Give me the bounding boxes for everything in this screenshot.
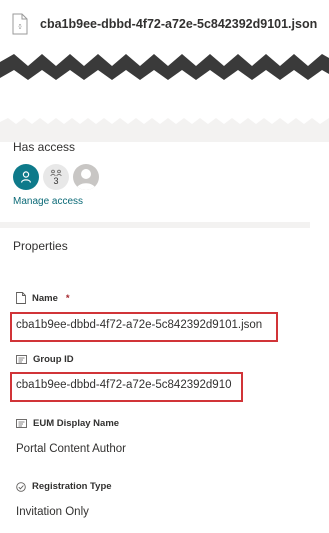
manage-access-link[interactable]: Manage access	[13, 196, 83, 207]
group-id-field-label: Group ID	[16, 354, 74, 365]
group-avatar[interactable]: 3	[43, 164, 69, 190]
has-access-section: Has access 3 Manage access	[13, 140, 99, 207]
properties-title: Properties	[13, 239, 68, 253]
has-access-title: Has access	[13, 140, 76, 154]
eum-display-name-value[interactable]: Portal Content Author	[16, 443, 126, 455]
eum-display-name-field-label: EUM Display Name	[16, 418, 119, 429]
file-header: {} cba1b9ee-dbbd-4f72-a72e-5c842392d9101…	[12, 12, 317, 36]
svg-text:{}: {}	[18, 24, 22, 30]
name-field-label: Name *	[16, 292, 70, 304]
access-avatars: 3	[13, 164, 99, 190]
eum-display-name-label: EUM Display Name	[33, 418, 120, 429]
name-label: Name	[32, 292, 58, 304]
torn-edge	[0, 54, 329, 142]
json-file-icon: {}	[12, 13, 28, 35]
text-field-icon	[16, 419, 27, 428]
group-count: 3	[53, 175, 59, 186]
section-divider	[0, 222, 310, 228]
registration-type-label: Registration Type	[32, 481, 112, 492]
owner-avatar[interactable]	[13, 164, 39, 190]
name-field-value[interactable]: cba1b9ee-dbbd-4f72-a72e-5c842392d9101.js…	[16, 319, 262, 331]
group-id-field-value[interactable]: cba1b9ee-dbbd-4f72-a72e-5c842392d910	[16, 379, 232, 391]
text-field-icon	[16, 355, 27, 364]
choice-icon	[16, 481, 26, 492]
document-icon	[16, 292, 26, 304]
file-name: cba1b9ee-dbbd-4f72-a72e-5c842392d9101.js…	[40, 17, 318, 31]
user-silhouette-icon	[76, 169, 96, 190]
registration-type-field-label: Registration Type	[16, 481, 112, 492]
user-avatar[interactable]	[73, 164, 99, 190]
required-marker: *	[65, 292, 70, 304]
group-id-label: Group ID	[33, 354, 74, 365]
person-icon	[20, 171, 32, 183]
registration-type-value[interactable]: Invitation Only	[16, 506, 89, 518]
